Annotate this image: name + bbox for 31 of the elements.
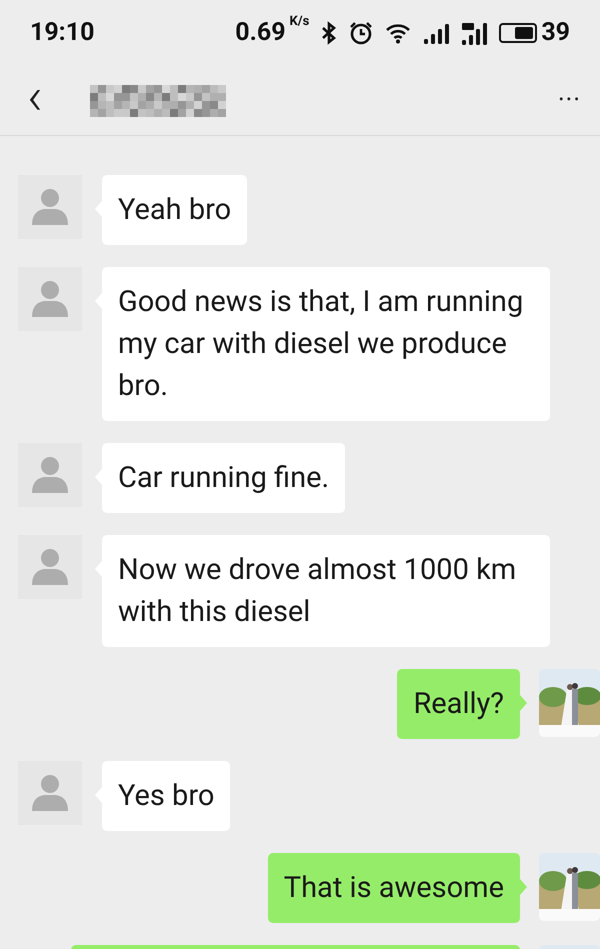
avatar-placeholder[interactable] (18, 175, 82, 239)
clock-time: 19:10 (30, 17, 94, 50)
signal-icon (423, 22, 450, 44)
bluetooth-icon (321, 21, 338, 45)
battery-percent: 39 (541, 17, 570, 50)
bubble-tail (520, 879, 527, 895)
avatar-placeholder[interactable] (18, 761, 82, 825)
message-bubble: Yes bro (102, 761, 230, 831)
wifi-icon (385, 22, 412, 44)
message-bubble: Really? (397, 669, 520, 739)
avatar-placeholder[interactable] (18, 443, 82, 507)
speed-unit: K/s (290, 13, 310, 32)
battery-icon (499, 22, 538, 44)
more-options-button[interactable]: ••• (558, 90, 582, 111)
back-button[interactable]: ‹ (22, 70, 48, 122)
network-speed: 0.69 (235, 17, 286, 50)
person-icon (30, 547, 70, 587)
avatar-placeholder[interactable] (18, 267, 82, 331)
message-bubble: Now we drove almost 1000 km with this diesel (102, 535, 550, 647)
bubble-tail (520, 695, 527, 711)
message-bubble: Car running fine. (102, 443, 346, 513)
message-bubble: That is awesome (268, 853, 520, 923)
avatar-placeholder[interactable] (18, 535, 82, 599)
person-icon (30, 279, 70, 319)
message-bubble: Good news is that, I am running my car with diesel we produce bro. (102, 267, 550, 421)
message-bubble: Yeah bro (102, 175, 248, 245)
person-icon (30, 455, 70, 495)
alarm-icon (349, 21, 374, 45)
person-icon (30, 187, 70, 227)
signal-4g-icon (461, 21, 488, 45)
person-icon (30, 773, 70, 813)
